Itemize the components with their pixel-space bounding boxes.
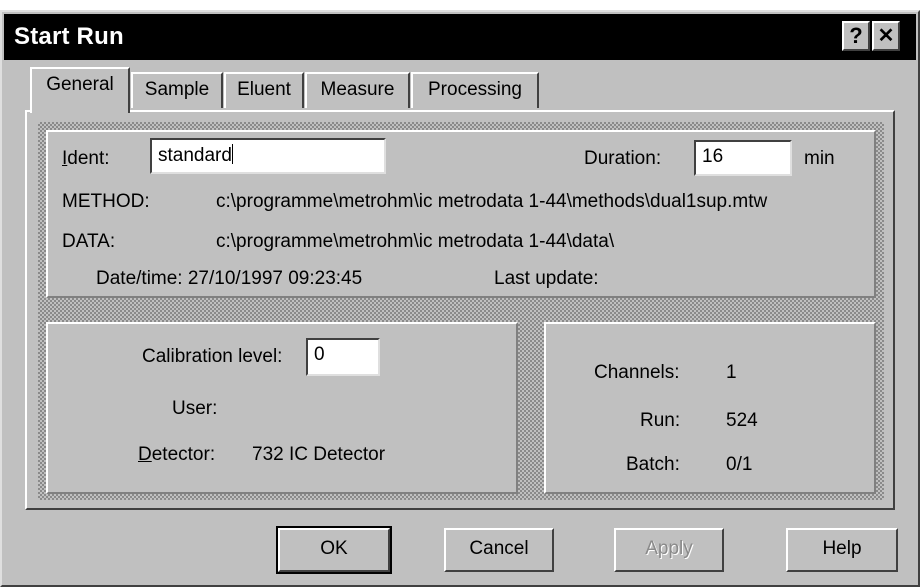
tab-processing[interactable]: Processing	[411, 72, 539, 108]
window-title: Start Run	[14, 23, 124, 50]
duration-input[interactable]: 16	[694, 140, 792, 176]
calibration-panel: Calibration level: 0 User: Detector: 732…	[46, 322, 518, 494]
help-icon[interactable]: ?	[842, 21, 870, 51]
duration-label: Duration:	[584, 148, 662, 169]
text-caret	[231, 144, 233, 164]
close-icon[interactable]: ✕	[872, 21, 900, 51]
data-label: DATA:	[62, 231, 116, 252]
last-update-label: Last update:	[494, 268, 599, 289]
batch-label: Batch:	[626, 454, 680, 475]
calibration-level-label: Calibration level:	[142, 346, 283, 367]
tab-measure[interactable]: Measure	[305, 72, 410, 108]
title-bar: Start Run ? ✕	[4, 14, 916, 60]
tab-sample[interactable]: Sample	[131, 72, 223, 108]
duration-unit: min	[804, 148, 835, 169]
channels-value: 1	[726, 362, 737, 383]
channels-label: Channels:	[594, 362, 680, 383]
user-label: User:	[172, 398, 218, 419]
run-label: Run:	[640, 410, 681, 431]
run-value: 524	[726, 410, 758, 431]
ident-input[interactable]: standard	[150, 138, 386, 174]
run-stats-panel: Channels: 1 Run: 524 Batch: 0/1	[544, 322, 876, 494]
cancel-button[interactable]: Cancel	[444, 528, 554, 572]
tab-general[interactable]: General	[30, 67, 130, 113]
run-info-panel: Ident: standard Duration: 16 min METHOD:…	[46, 130, 876, 298]
ok-button[interactable]: OK	[276, 526, 392, 574]
ident-label: Ident:	[62, 148, 110, 169]
apply-button[interactable]: Apply	[614, 528, 724, 572]
data-path: c:\programme\metrohm\ic metrodata 1-44\d…	[216, 231, 615, 252]
method-label: METHOD:	[62, 191, 150, 212]
help-button[interactable]: Help	[786, 528, 898, 572]
calibration-level-input[interactable]: 0	[306, 338, 380, 376]
tab-eluent[interactable]: Eluent	[224, 72, 304, 108]
datetime-text: Date/time: 27/10/1997 09:23:45	[96, 268, 363, 289]
batch-value: 0/1	[726, 454, 753, 475]
method-path: c:\programme\metrohm\ic metrodata 1-44\m…	[216, 191, 768, 212]
detector-value: 732 IC Detector	[252, 444, 386, 465]
detector-label: Detector:	[138, 444, 216, 465]
